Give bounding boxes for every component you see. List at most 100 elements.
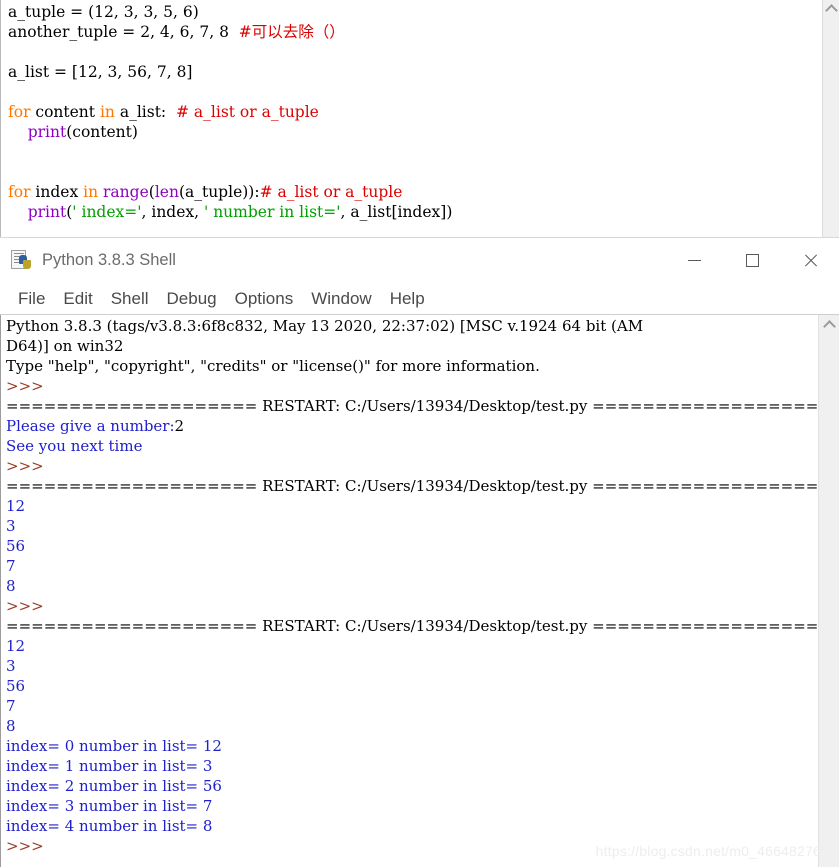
code-token: # a_list or a_tuple — [259, 183, 403, 201]
code-token: index= 4 number in list= 8 — [6, 817, 213, 835]
code-token: (12, 3, 3, 5, 6) — [88, 3, 199, 21]
maximize-icon — [745, 254, 759, 267]
shell-titlebar[interactable]: Python 3.8.3 Shell — [0, 238, 839, 283]
code-token: , a_list[index]) — [340, 203, 453, 221]
code-line: index= 0 number in list= 12 — [6, 736, 815, 756]
menu-item-window[interactable]: Window — [302, 289, 380, 309]
code-token: 7 — [6, 557, 16, 575]
code-line: 56 — [6, 676, 815, 696]
watermark: https://blog.csdn.net/m0_46648276 — [595, 843, 821, 859]
code-token: Python 3.8.3 (tags/v3.8.3:6f8c832, May 1… — [6, 317, 644, 335]
code-line: ==================== RESTART: C:/Users/1… — [6, 616, 839, 636]
code-line: >>> — [6, 456, 815, 476]
code-token: D64)] on win32 — [6, 337, 124, 355]
code-token: for — [8, 103, 31, 121]
minimize-button[interactable] — [665, 238, 723, 283]
minimize-icon — [687, 260, 701, 261]
shell-window-title: Python 3.8.3 Shell — [42, 251, 176, 269]
shell-scrollbar[interactable] — [818, 315, 839, 867]
code-line: 8 — [6, 576, 815, 596]
menu-item-help[interactable]: Help — [381, 289, 434, 309]
code-line: index= 4 number in list= 8 — [6, 816, 815, 836]
code-line: See you next time — [6, 436, 815, 456]
code-token: >>> — [6, 837, 44, 855]
code-token: 7 — [6, 697, 16, 715]
chevron-up-icon — [823, 320, 836, 333]
code-line: ==================== RESTART: C:/Users/1… — [6, 476, 839, 496]
code-token: >>> — [6, 377, 44, 395]
code-line: a_tuple = (12, 3, 3, 5, 6) — [8, 2, 811, 22]
python-shell-window: Python 3.8.3 Shell File Edit Shell Debug Opt… — [0, 237, 839, 867]
code-line: 12 — [6, 496, 815, 516]
code-token: >>> — [6, 457, 44, 475]
code-token: ==================== RESTART: C:/Users/1… — [6, 397, 839, 415]
close-button[interactable] — [781, 238, 839, 283]
code-token: Please give a number: — [6, 417, 175, 435]
code-line: D64)] on win32 — [6, 336, 815, 356]
code-line: >>> — [6, 596, 815, 616]
menu-item-debug[interactable]: Debug — [158, 289, 226, 309]
editor-code-area[interactable]: a_tuple = (12, 3, 3, 5, 6) another_tuple … — [8, 2, 811, 222]
menu-item-file[interactable]: File — [9, 289, 54, 309]
shell-output-text[interactable]: Python 3.8.3 (tags/v3.8.3:6f8c832, May 1… — [6, 316, 839, 856]
code-token: a_list: — [114, 103, 176, 121]
code-token: , index, — [141, 203, 204, 221]
code-line: 12 — [6, 636, 815, 656]
code-token: 3 — [6, 517, 16, 535]
menu-item-edit[interactable]: Edit — [54, 289, 101, 309]
code-line: print(' index=', index, ' number in list… — [8, 202, 811, 222]
code-token: See you next time — [6, 437, 143, 455]
shell-menubar: File Edit Shell Debug Options Window Help — [0, 283, 839, 315]
code-token: in — [83, 183, 99, 201]
code-token: 8 — [6, 717, 16, 735]
code-token: Type "help", "copyright", "credits" or "… — [6, 357, 540, 375]
code-token: index — [30, 183, 84, 201]
code-token: >>> — [6, 597, 44, 615]
code-token: range — [103, 183, 149, 201]
code-token: print — [27, 203, 67, 221]
code-line: Python 3.8.3 (tags/v3.8.3:6f8c832, May 1… — [6, 316, 815, 336]
code-token: 56 — [6, 537, 26, 555]
shell-scroll-up-button[interactable] — [819, 315, 839, 335]
menu-item-options[interactable]: Options — [226, 289, 303, 309]
code-token: ==================== RESTART: C:/Users/1… — [6, 477, 839, 495]
code-token: a_tuple = — [8, 3, 89, 21]
code-line: 3 — [6, 516, 815, 536]
code-line: >>> — [6, 376, 815, 396]
code-line: for index in range(len(a_tuple)):# a_lis… — [8, 182, 811, 202]
code-line: 3 — [6, 656, 815, 676]
code-line: print(content) — [8, 122, 811, 142]
code-token: ' number in list=' — [204, 203, 341, 221]
editor-scrollbar[interactable] — [822, 0, 839, 240]
code-token: another_tuple = 2, 4, 6, 7, 8 — [8, 23, 239, 41]
code-line: another_tuple = 2, 4, 6, 7, 8 #可以去除（） — [8, 22, 811, 42]
shell-output-area[interactable]: Python 3.8.3 (tags/v3.8.3:6f8c832, May 1… — [0, 315, 839, 867]
code-line: index= 1 number in list= 3 — [6, 756, 815, 776]
code-token: 3 — [6, 657, 16, 675]
code-token: 12 — [6, 637, 26, 655]
code-token: 2 — [174, 417, 185, 435]
code-token: (a_tuple)): — [178, 183, 260, 201]
code-token: # a_list or a_tuple — [176, 103, 319, 121]
editor-scroll-up-button[interactable] — [823, 0, 839, 17]
code-line: 8 — [6, 716, 815, 736]
code-token: index= 0 number in list= 12 — [6, 737, 222, 755]
code-line: a_list = [12, 3, 56, 7, 8] — [8, 62, 811, 82]
code-line: 7 — [6, 556, 815, 576]
maximize-button[interactable] — [723, 238, 781, 283]
code-line: for content in a_list: # a_list or a_tup… — [8, 102, 811, 122]
code-token: ' index=' — [72, 203, 142, 221]
code-line: ==================== RESTART: C:/Users/1… — [6, 396, 839, 416]
python-file-icon — [11, 249, 33, 272]
python-idle-editor-window: a_tuple = (12, 3, 3, 5, 6) another_tuple … — [0, 0, 839, 240]
code-token: for — [8, 183, 31, 201]
code-token: print — [27, 123, 67, 141]
code-token: index= 3 number in list= 7 — [6, 797, 213, 815]
code-token: index= 1 number in list= 3 — [6, 757, 213, 775]
menu-item-shell[interactable]: Shell — [102, 289, 158, 309]
